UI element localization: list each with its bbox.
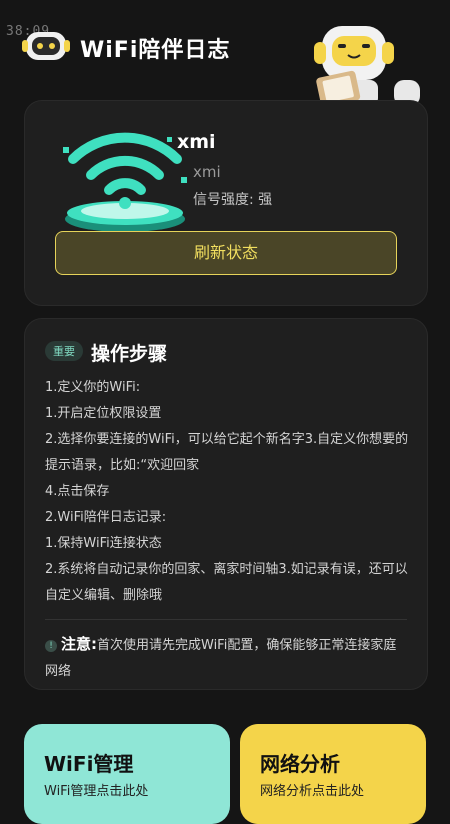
step-line: 1.保持WiFi连接状态: [45, 536, 162, 551]
network-analysis-tile[interactable]: 网络分析 网络分析点击此处: [240, 724, 426, 824]
robot-mascot-icon: [314, 26, 420, 106]
step-line: 1.定义你的WiFi:: [45, 380, 141, 395]
network-analysis-title: 网络分析: [260, 752, 340, 776]
wifi-sub-name: xmi: [193, 163, 221, 181]
important-badge: 重要: [45, 341, 83, 361]
robot-logo-icon: [22, 32, 70, 60]
step-line: 1.开启定位权限设置: [45, 406, 162, 421]
steps-list: 1.定义你的WiFi: 1.开启定位权限设置 2.选择你要连接的WiFi，可以给…: [45, 375, 415, 609]
wifi-name: xmi: [177, 131, 216, 153]
refresh-status-button[interactable]: 刷新状态: [55, 231, 397, 275]
note-label: 注意:: [61, 635, 97, 653]
app-title: WiFi陪伴日志: [80, 38, 231, 63]
wifi-status-card: xmi xmi 信号强度: 强 刷新状态: [24, 100, 428, 306]
step-line: 2.选择你要连接的WiFi，可以给它起个新名字3.自定义你想要的提示语录，比如:…: [45, 432, 409, 473]
steps-title: 操作步骤: [91, 343, 168, 365]
step-line: 4.点击保存: [45, 484, 110, 499]
signal-strength: 信号强度: 强: [193, 192, 273, 208]
step-line: 2.WiFi陪伴日志记录:: [45, 510, 167, 525]
steps-card: 重要 操作步骤 1.定义你的WiFi: 1.开启定位权限设置 2.选择你要连接的…: [24, 318, 428, 690]
exclamation-icon: !: [45, 640, 57, 652]
wifi-management-tile[interactable]: WiFi管理 WiFi管理点击此处: [24, 724, 230, 824]
step-line: 2.系统将自动记录你的回家、离家时间轴3.如记录有误，还可以自定义编辑、删除哦: [45, 562, 408, 603]
wifi-signal-icon: [63, 132, 187, 232]
note-text: 首次使用请先完成WiFi配置，确保能够正常连接家庭网络: [45, 638, 397, 679]
divider: [45, 619, 407, 620]
network-analysis-sub: 网络分析点击此处: [260, 784, 365, 799]
note: ! 注意:首次使用请先完成WiFi配置，确保能够正常连接家庭网络: [45, 631, 407, 685]
wifi-management-sub: WiFi管理点击此处: [44, 784, 149, 799]
wifi-management-title: WiFi管理: [44, 752, 134, 776]
